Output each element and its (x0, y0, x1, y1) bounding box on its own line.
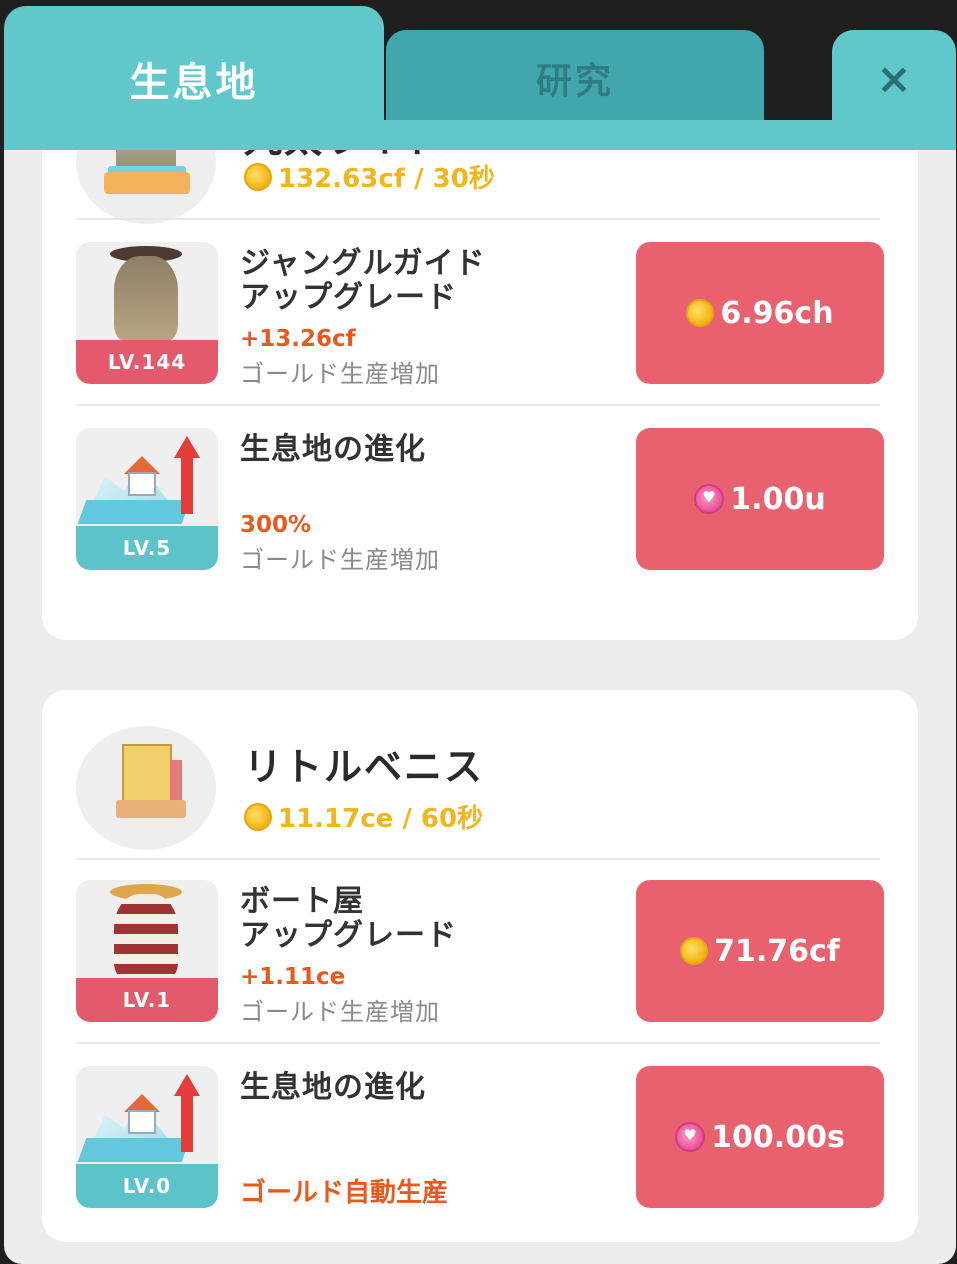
buy-cost: 1.00u (730, 481, 826, 517)
building-art (122, 744, 172, 802)
arrow-up-icon (174, 436, 200, 514)
habitat-card-log-ride: 丸太ライド 132.63cf / 30秒 LV.144 ジャングルガイド アップ… (42, 150, 918, 640)
level-badge: LV.5 (76, 526, 218, 570)
upgrade-buy-button[interactable]: 71.76cf (636, 880, 884, 1022)
item-desc: ゴールド生産増加 (240, 546, 440, 574)
item-name-line2: アップグレード (240, 918, 457, 953)
divider (76, 1042, 880, 1044)
habitat-evolution-icon: LV.5 (76, 428, 218, 570)
house-art (128, 1110, 156, 1134)
divider (76, 858, 880, 860)
item-effect: +13.26cf (240, 326, 356, 352)
base-art (104, 172, 190, 194)
habitat-card-little-venice: リトルベニス 11.17ce / 60秒 LV.1 ボート屋 アップグレード +… (42, 690, 918, 1242)
jungle-guide-icon: LV.144 (76, 242, 218, 384)
item-name-line1: 生息地の進化 (240, 1070, 426, 1105)
arrow-up-icon (174, 1074, 200, 1152)
item-effect: +1.11ce (240, 964, 346, 990)
habitat-evolution-icon: LV.0 (76, 1066, 218, 1208)
habitat-rate: 11.17ce / 60秒 (244, 798, 483, 835)
item-effect: 300% (240, 512, 312, 538)
item-name-line1: 生息地の進化 (240, 432, 426, 467)
habitat-rate-text: 132.63cf / 30秒 (278, 164, 495, 194)
buy-cost: 71.76cf (714, 933, 840, 969)
gem-icon (675, 1122, 706, 1152)
item-effect: ゴールド自動生産 (240, 1178, 449, 1208)
tab-research-label: 研究 (535, 61, 614, 102)
level-badge: LV.1 (76, 978, 218, 1022)
tab-habitat-label: 生息地 (129, 60, 259, 106)
level-badge: LV.0 (76, 1164, 218, 1208)
item-name-line2: アップグレード (240, 280, 457, 315)
evolution-buy-button[interactable]: 100.00s (636, 1066, 884, 1208)
penguin-icon (114, 256, 178, 342)
item-desc: ゴールド生産増加 (240, 998, 440, 1026)
buy-cost: 6.96ch (720, 295, 834, 331)
little-venice-habitat-icon (76, 726, 216, 850)
item-name-line1: ジャングルガイド (240, 246, 486, 281)
divider (76, 404, 880, 406)
gem-icon (694, 484, 725, 514)
coin-icon (244, 802, 272, 831)
platform-art (116, 800, 186, 818)
habitat-title: リトルベニス (244, 745, 485, 789)
habitat-rate: 132.63cf / 30秒 (244, 158, 495, 195)
log-ride-habitat-icon (76, 150, 216, 224)
item-name-line1: ボート屋 (240, 884, 364, 919)
coin-icon (244, 162, 272, 191)
habitat-panel: 丸太ライド 132.63cf / 30秒 LV.144 ジャングルガイド アップ… (4, 150, 956, 1264)
level-badge: LV.144 (76, 340, 218, 384)
building-side-art (170, 760, 182, 802)
house-art (128, 472, 156, 496)
upgrade-buy-button[interactable]: 6.96ch (636, 242, 884, 384)
divider (76, 218, 880, 220)
coin-icon (686, 299, 715, 327)
coin-icon (680, 937, 709, 965)
boat-shop-icon: LV.1 (76, 880, 218, 1022)
habitat-rate-text: 11.17ce / 60秒 (278, 804, 484, 834)
penguin-icon (114, 894, 178, 980)
close-icon: × (876, 54, 912, 103)
tab-habitat[interactable]: 生息地 (4, 6, 384, 156)
evolution-buy-button[interactable]: 1.00u (636, 428, 884, 570)
item-desc: ゴールド生産増加 (240, 360, 440, 388)
buy-cost: 100.00s (711, 1119, 845, 1155)
